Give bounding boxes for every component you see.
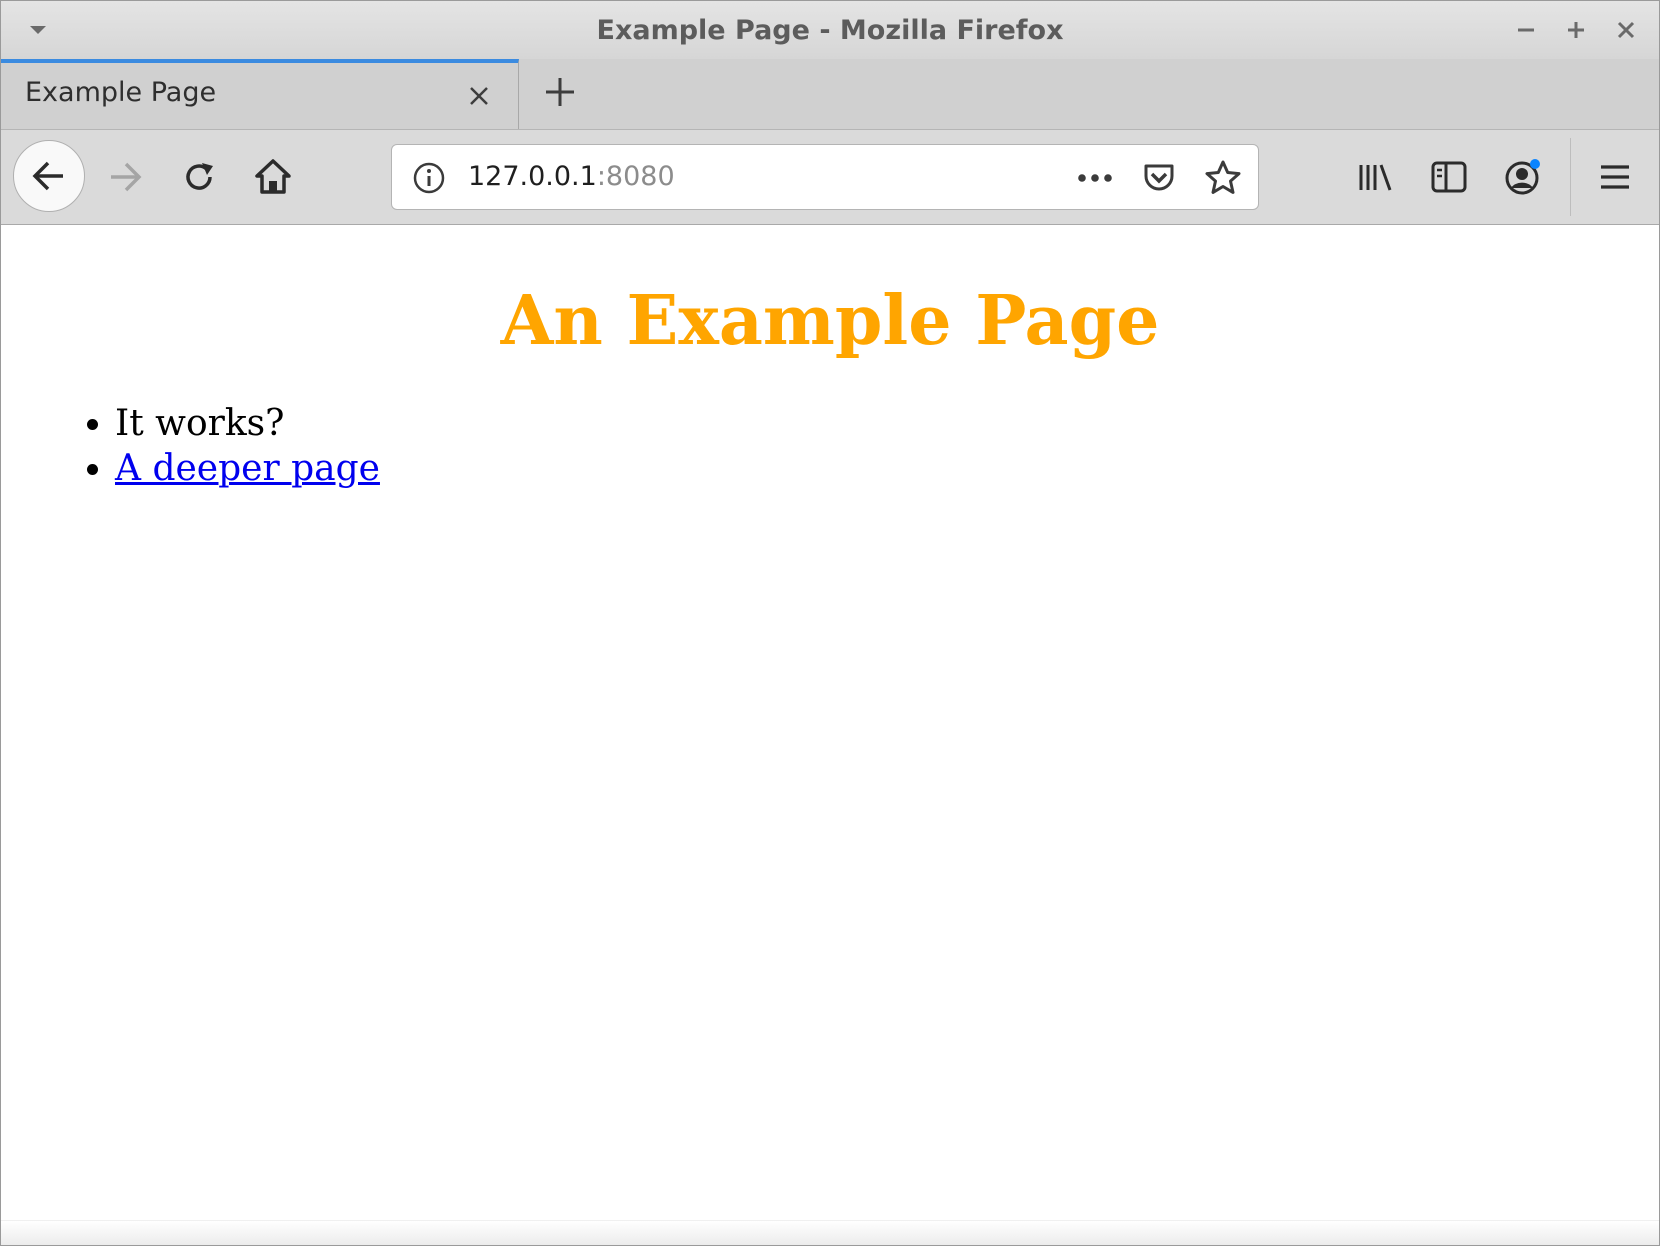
info-icon[interactable] [412,161,446,195]
list-item: A deeper page [115,446,380,491]
minimize-icon[interactable] [1511,15,1541,45]
forward-button[interactable] [103,155,147,199]
title-bar: Example Page - Mozilla Firefox [1,1,1659,59]
url-bar[interactable]: 127.0.0.1:8080 [391,144,1259,210]
close-tab-icon[interactable] [464,81,494,111]
url-text[interactable]: 127.0.0.1:8080 [468,161,675,192]
url-host: 127.0.0.1 [468,161,597,192]
back-arrow-icon [32,161,63,191]
bottom-edge [1,1220,1659,1245]
forward-arrow-icon [111,162,142,192]
list-item-text: It works? [115,403,285,444]
hamburger-menu-icon[interactable] [1593,155,1637,199]
window-title: Example Page - Mozilla Firefox [596,14,1064,46]
tab-label: Example Page [25,77,217,108]
page-content: An Example Page It works? A deeper page [1,225,1659,1245]
back-button[interactable] [13,140,85,212]
reload-button[interactable] [177,155,221,199]
reload-icon [186,163,213,190]
browser-window: Example Page - Mozilla Firefox Example P… [0,0,1660,1246]
tab-example-page[interactable]: Example Page [1,59,519,129]
new-tab-button[interactable] [537,69,583,115]
account-icon[interactable] [1501,155,1545,199]
url-port: :8080 [596,161,675,192]
window-menu-icon[interactable] [23,15,53,45]
tab-strip: Example Page [1,59,1659,130]
item-list: It works? A deeper page [73,401,380,491]
page-actions-icon[interactable] [1076,159,1114,197]
navigation-toolbar: 127.0.0.1:8080 [1,130,1659,225]
window-controls [1511,11,1641,49]
home-icon [255,159,291,194]
plus-icon [546,78,574,106]
page-heading: An Example Page [500,281,1160,361]
pocket-icon[interactable] [1140,159,1178,197]
library-icon[interactable] [1353,155,1397,199]
sidebar-icon[interactable] [1427,155,1471,199]
toolbar-separator [1570,138,1571,216]
maximize-icon[interactable] [1561,15,1591,45]
bookmark-star-icon[interactable] [1204,159,1242,197]
deeper-page-link[interactable]: A deeper page [115,448,380,489]
close-window-icon[interactable] [1611,15,1641,45]
list-item: It works? [115,401,380,446]
home-button[interactable] [251,155,295,199]
